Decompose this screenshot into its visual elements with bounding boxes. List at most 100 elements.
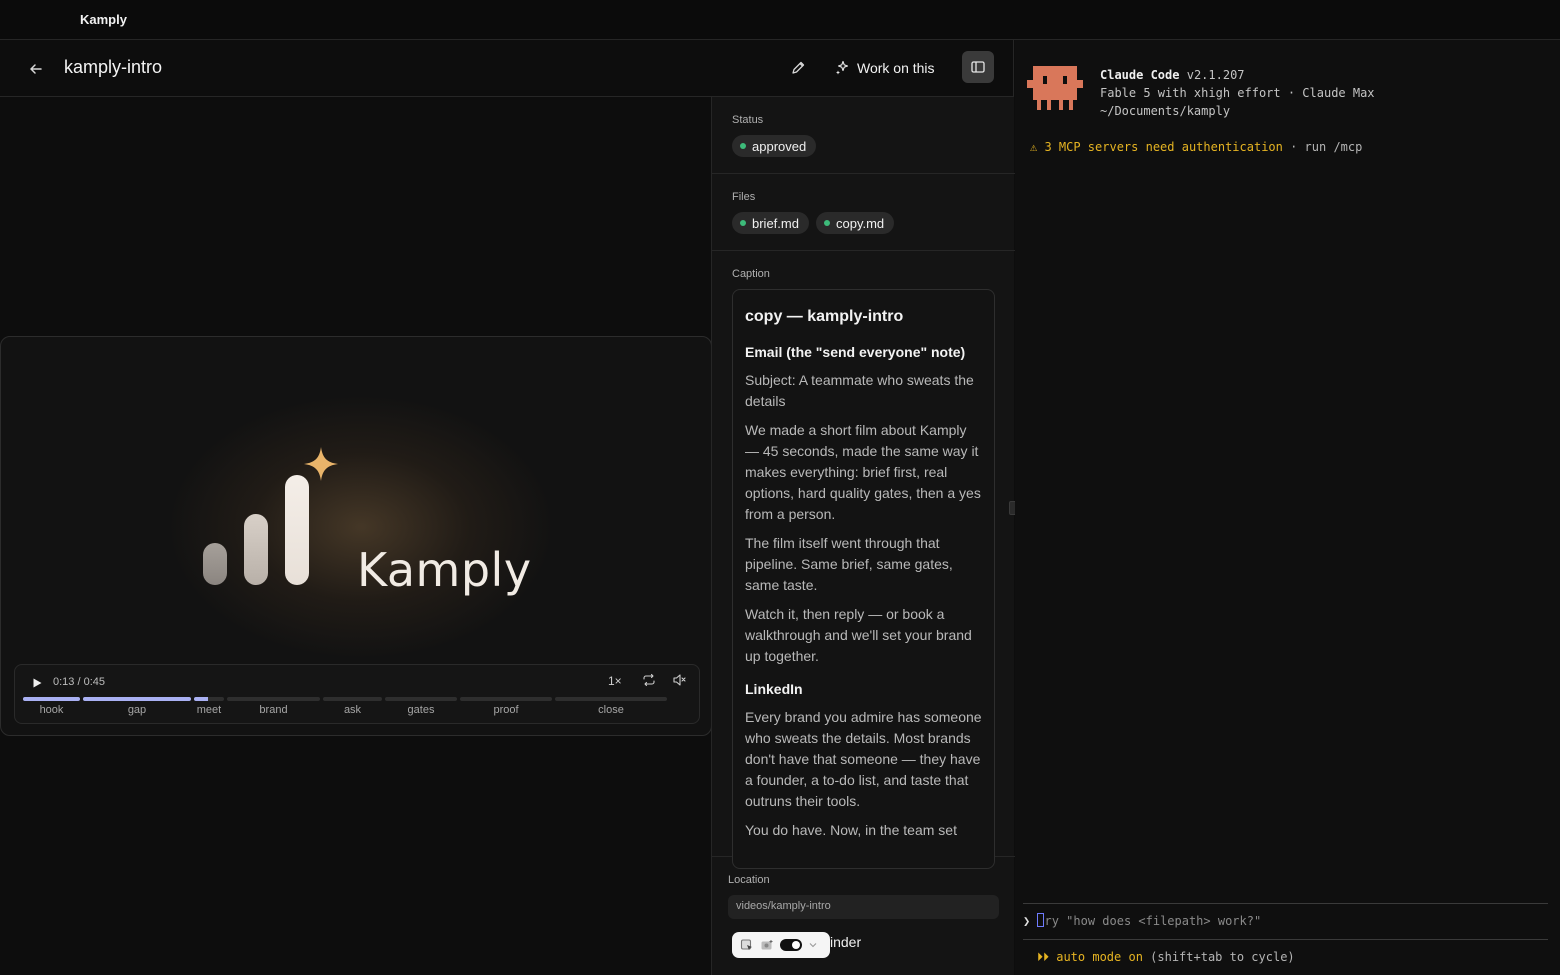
- speaker-icon: [673, 674, 686, 686]
- project-header: kamply-intro Work on this: [0, 40, 1014, 97]
- logo-bar-3: [285, 475, 309, 585]
- product-version: v2.1.207: [1186, 68, 1245, 82]
- file-name: brief.md: [752, 215, 799, 231]
- mcp-warning: ⚠ 3 MCP servers need authentication · ru…: [1030, 140, 1362, 154]
- linkedin-paragraph: You do have. Now, in the team set: [745, 822, 957, 838]
- segment-track: [227, 697, 320, 701]
- file-dot: [740, 220, 746, 226]
- timeline-segment-gap[interactable]: gap: [83, 697, 191, 721]
- repeat-icon: [643, 673, 655, 687]
- back-button[interactable]: [24, 57, 48, 81]
- sparkle-icon: [836, 60, 849, 75]
- work-on-this-button[interactable]: Work on this: [834, 55, 935, 81]
- segment-track: [23, 697, 80, 701]
- input-top-divider: [1023, 903, 1548, 904]
- file-name: copy.md: [836, 215, 885, 231]
- playback-speed-button[interactable]: 1×: [608, 674, 622, 688]
- segment-track: [83, 697, 191, 701]
- location-field[interactable]: videos/kamply-intro: [728, 895, 999, 919]
- auto-mode-status: ⏵⏵ auto mode on (shift+tab to cycle): [1037, 950, 1295, 965]
- file-dot: [824, 220, 830, 226]
- mcp-warning-hint: · run /mcp: [1282, 140, 1363, 154]
- finder-toolbar-overlay[interactable]: [732, 932, 830, 958]
- status-label: Status: [732, 114, 764, 126]
- file-chip-copy[interactable]: copy.md: [816, 212, 895, 234]
- panel-toggle-button[interactable]: [962, 51, 994, 83]
- arrow-left-icon: [30, 64, 42, 74]
- segment-track: [194, 697, 224, 701]
- segment-progress-fill: [23, 697, 80, 701]
- chevron-down-icon: [809, 943, 817, 948]
- play-icon: [33, 678, 42, 688]
- loop-button[interactable]: [642, 673, 658, 689]
- segment-progress-fill: [194, 697, 208, 701]
- claude-mascot-icon: [1027, 66, 1083, 110]
- details-panel: Status approved Files brief.md copy.md C…: [711, 97, 1015, 975]
- timeline-segment-brand[interactable]: brand: [227, 697, 320, 721]
- caption-title: copy — kamply-intro: [745, 308, 904, 325]
- file-chip-brief[interactable]: brief.md: [732, 212, 809, 234]
- email-heading: Email (the "send everyone" note): [745, 344, 966, 360]
- email-paragraph: Watch it, then reply — or book a walkthr…: [745, 606, 972, 664]
- app-title: Kamply: [80, 12, 127, 27]
- segment-label: gates: [407, 704, 435, 716]
- model-line: Fable 5 with xhigh effort · Claude Max: [1100, 86, 1375, 100]
- project-pane: kamply-intro Work on this Kamply 0:13 / …: [0, 40, 1018, 975]
- email-paragraph: Subject: A teammate who sweats the detai…: [745, 372, 974, 409]
- segment-label: gap: [127, 704, 147, 716]
- logo-glow: [171, 397, 551, 657]
- terminal-header: Claude Code v2.1.207: [1100, 68, 1245, 82]
- input-bottom-divider: [1023, 939, 1548, 940]
- segment-label: close: [598, 704, 624, 716]
- cursor-icon: [740, 939, 752, 950]
- logo-bar-1: [203, 543, 227, 585]
- segment-label: hook: [39, 704, 64, 716]
- playback-time: 0:13 / 0:45: [53, 676, 105, 688]
- files-label: Files: [732, 191, 756, 203]
- working-directory: ~/Documents/kamply: [1100, 104, 1231, 118]
- segment-track: [555, 697, 667, 701]
- work-on-this-label: Work on this: [857, 60, 935, 76]
- reveal-in-finder-label[interactable]: inder: [830, 934, 861, 950]
- sidebar-panel-icon: [971, 61, 985, 73]
- caption-label: Caption: [732, 268, 770, 280]
- page-title: kamply-intro: [64, 57, 163, 77]
- timeline-segment-proof[interactable]: proof: [460, 697, 552, 721]
- prompt-placeholder: ry "how does <filepath> work?": [1044, 914, 1262, 928]
- video-player[interactable]: Kamply 0:13 / 0:45 1× hook gap meet brand as…: [0, 336, 712, 736]
- terminal-pane[interactable]: Claude Code v2.1.207 Fable 5 with xhigh …: [1015, 40, 1560, 975]
- overlay-toggle[interactable]: [780, 939, 802, 951]
- auto-mode-label: ⏵⏵ auto mode on: [1037, 950, 1143, 964]
- segment-label: proof: [493, 704, 519, 716]
- pencil-icon: [792, 61, 805, 74]
- camera-icon: [761, 940, 773, 950]
- segment-label: brand: [259, 704, 288, 716]
- player-controls: 0:13 / 0:45 1× hook gap meet brand ask gates p…: [14, 664, 700, 724]
- timeline-segment-gates[interactable]: gates: [385, 697, 457, 721]
- segment-progress-fill: [83, 697, 191, 701]
- timeline-segment-close[interactable]: close: [555, 697, 667, 721]
- segment-label: meet: [196, 704, 222, 716]
- timeline-segment-meet[interactable]: meet: [194, 697, 224, 721]
- auto-mode-hint: (shift+tab to cycle): [1142, 950, 1295, 964]
- timeline-segment-ask[interactable]: ask: [323, 697, 382, 721]
- linkedin-heading: LinkedIn: [745, 681, 803, 697]
- top-bar: Kamply: [0, 0, 1560, 40]
- segment-track: [323, 697, 382, 701]
- caption-preview[interactable]: copy — kamply-intro Email (the "send eve…: [732, 289, 995, 869]
- logo-bar-2: [244, 514, 268, 585]
- status-section: Status approved: [712, 97, 1015, 174]
- chapter-timeline[interactable]: hook gap meet brand ask gates proof close: [23, 697, 693, 721]
- linkedin-paragraph: Every brand you admire has someone who s…: [745, 709, 982, 809]
- segment-label: ask: [343, 704, 362, 716]
- prompt-input[interactable]: ❯ ry "how does <filepath> work?": [1023, 913, 1261, 928]
- volume-button[interactable]: [672, 673, 688, 689]
- status-dot: [740, 143, 746, 149]
- status-value: approved: [752, 138, 807, 154]
- timeline-segment-hook[interactable]: hook: [23, 697, 80, 721]
- status-badge: approved: [732, 135, 817, 157]
- edit-button[interactable]: [786, 56, 810, 80]
- logo-sparkle-icon: [304, 447, 338, 481]
- play-button[interactable]: [29, 675, 45, 691]
- email-paragraph: The film itself went through that pipeli…: [745, 535, 953, 593]
